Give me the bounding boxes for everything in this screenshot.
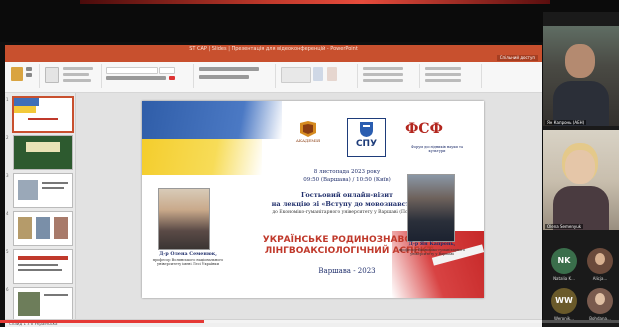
participant-face	[565, 150, 595, 184]
paragraph-group	[195, 64, 276, 88]
window-title: ST CAP | Slides | Презентація для відеок…	[5, 45, 542, 54]
participant-name: Ян Капронь (АЕН)	[545, 120, 587, 125]
red-light-streak	[80, 0, 550, 4]
cut-icon[interactable]	[26, 67, 32, 71]
speaker-photo-left	[158, 188, 210, 250]
section-icon[interactable]	[63, 79, 91, 82]
spu-logo: СПУ	[347, 118, 386, 157]
arrange-icon[interactable]	[313, 67, 323, 81]
ribbon-toolbar	[5, 62, 542, 93]
thumbnail-number: 6	[6, 287, 9, 292]
shapes-gallery[interactable]	[281, 67, 311, 83]
participant-avatar-photo[interactable]	[587, 288, 613, 314]
speaker-right-name: Д-р Ян Капронь,	[408, 241, 456, 247]
academy-logo-text: АКАДЕМІЯ	[295, 138, 321, 143]
slide-thumbnail-5[interactable]	[13, 249, 73, 284]
participant-face	[565, 44, 595, 78]
slide-thumbnail-6[interactable]	[13, 287, 73, 322]
editing-group	[421, 64, 482, 88]
select-icon[interactable]	[425, 79, 461, 82]
place-year: Варшава - 2023	[318, 267, 376, 275]
layout-icon[interactable]	[63, 67, 93, 70]
academy-logo: АКАДЕМІЯ	[288, 121, 328, 145]
ribbon-tab-bar: ФайлОсновнеВставленняМалюванняКонструкто…	[5, 54, 542, 73]
participant-video-tile[interactable]: Ян Капронь (АЕН)	[543, 26, 619, 126]
font-size-select[interactable]	[159, 67, 175, 74]
font-color-icon[interactable]	[169, 76, 175, 80]
slide-thumbnail-1[interactable]	[13, 97, 73, 132]
fsf-logo-text: ФСФ	[405, 121, 443, 137]
thumbnail-number: 3	[6, 173, 9, 178]
video-progress-fill	[0, 320, 205, 323]
speaker-right-title: професор Економіко-гуманітарного універс…	[398, 248, 466, 256]
avatar-face-icon	[595, 293, 605, 305]
shape-effects-icon[interactable]	[363, 79, 403, 82]
share-button[interactable]: Спільний доступ	[496, 55, 538, 61]
thumbnail-number: 1	[6, 97, 9, 102]
participant-avatar-name: Natalia K...	[553, 276, 575, 281]
slide-thumbnail-2[interactable]	[13, 135, 73, 170]
participant-name: Olena Semenyuk	[545, 224, 584, 229]
align-icons[interactable]	[199, 75, 249, 79]
participant-avatar-name: Alicja...	[592, 276, 608, 281]
thumbnail-number: 2	[6, 135, 9, 140]
new-slide-icon[interactable]	[45, 67, 59, 83]
participant-avatar-photo[interactable]	[587, 248, 613, 274]
speaker-photo-right	[407, 174, 455, 242]
slide-thumbnails-pane: 1 2 3 4 5 6	[5, 93, 76, 327]
flag-blue-stroke	[142, 101, 282, 139]
shield-icon	[360, 122, 373, 137]
shape-fill-icon[interactable]	[363, 67, 403, 70]
spu-logo-text: СПУ	[355, 139, 378, 149]
participant-avatar-ww[interactable]: WW	[551, 288, 577, 314]
speaker-left-title: професор Волинського національного уніве…	[152, 258, 224, 266]
video-top-bar	[0, 0, 619, 42]
current-slide[interactable]: АКАДЕМІЯ СПУ ФСФ Форум дослідників науки…	[142, 101, 484, 298]
fsf-logo-caption: Форум дослідників науки та культури	[410, 145, 464, 153]
copy-icon[interactable]	[26, 73, 32, 77]
slides-group	[41, 64, 102, 88]
thumbnail-number: 4	[6, 211, 9, 216]
bullets-icons[interactable]	[199, 67, 259, 71]
fill-outline-group	[359, 64, 420, 88]
thumbnail-number: 5	[6, 249, 9, 254]
slide-thumbnail-3[interactable]	[13, 173, 73, 208]
slide-thumbnail-4[interactable]	[13, 211, 73, 246]
paste-icon[interactable]	[11, 67, 23, 81]
flag-yellow-stroke	[142, 139, 262, 175]
font-group	[103, 64, 194, 88]
participant-avatar-nk[interactable]: NK	[551, 248, 577, 274]
fsf-logo: ФСФ	[404, 121, 444, 143]
reset-icon[interactable]	[63, 73, 89, 76]
font-name-select[interactable]	[106, 67, 158, 74]
avatar-face-icon	[595, 253, 605, 265]
drawing-group	[277, 64, 358, 88]
shape-outline-icon[interactable]	[363, 73, 403, 76]
find-icon[interactable]	[425, 67, 461, 70]
replace-icon[interactable]	[425, 73, 461, 76]
participants-panel: Ян Капронь (АЕН) Olena Semenyuk NK Natal…	[543, 12, 619, 327]
bold-italic-underline-icons[interactable]	[106, 76, 166, 80]
speaker-left-name: Д-р Олена Семенюк,	[159, 251, 217, 257]
quick-styles-icon[interactable]	[327, 67, 337, 81]
clipboard-group	[7, 64, 40, 88]
participant-video-tile[interactable]: Olena Semenyuk	[543, 130, 619, 230]
